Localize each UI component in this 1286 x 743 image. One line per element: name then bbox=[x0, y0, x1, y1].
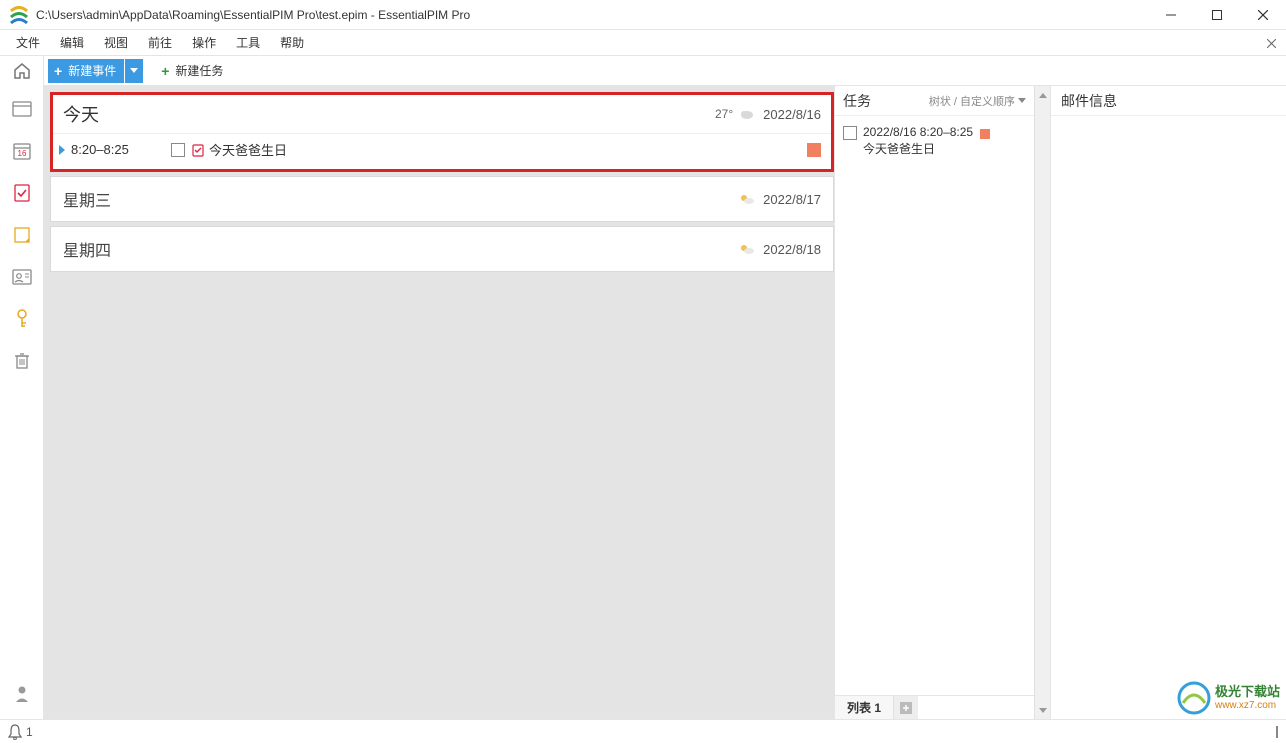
new-task-label: 新建任务 bbox=[175, 62, 223, 79]
tasks-list: 2022/8/16 8:20–8:25 今天爸爸生日 bbox=[835, 116, 1034, 695]
menubar: 文件 编辑 视图 前往 操作 工具 帮助 bbox=[0, 30, 1286, 56]
task-item[interactable]: 2022/8/16 8:20–8:25 今天爸爸生日 bbox=[841, 122, 1028, 160]
cloud-icon bbox=[739, 108, 755, 120]
content-area: 今天 27° 2022/8/16 8:20–8:25 今天爸爸生日 星期三 bbox=[44, 86, 1286, 719]
sidebar-today[interactable] bbox=[6, 92, 38, 126]
watermark: 极光下载站 www.xz7.com bbox=[1177, 681, 1280, 715]
today-date: 2022/8/16 bbox=[763, 107, 821, 122]
event-marker-icon bbox=[59, 145, 65, 155]
tasks-tabs: 列表 1 bbox=[835, 695, 1034, 719]
tasks-scrollbar[interactable] bbox=[1034, 86, 1050, 719]
calendar-column: 今天 27° 2022/8/16 8:20–8:25 今天爸爸生日 星期三 bbox=[44, 86, 834, 719]
statusbar: 1 bbox=[0, 719, 1286, 743]
sidebar-passwords[interactable] bbox=[6, 302, 38, 336]
mail-body: 极光下载站 www.xz7.com bbox=[1051, 116, 1286, 719]
new-event-button[interactable]: + 新建事件 bbox=[48, 59, 124, 83]
notifications-button[interactable]: 1 bbox=[8, 724, 33, 740]
event-category-color bbox=[807, 143, 821, 157]
toolbar: + 新建事件 + 新建任务 bbox=[0, 56, 1286, 86]
event-text: 今天爸爸生日 bbox=[209, 140, 807, 159]
day-title: 星期三 bbox=[63, 187, 739, 211]
tasks-title: 任务 bbox=[843, 91, 929, 111]
sidebar-user[interactable] bbox=[6, 677, 38, 711]
event-checkbox[interactable] bbox=[171, 143, 185, 157]
sidebar-home[interactable] bbox=[0, 56, 44, 86]
sidebar-notes[interactable] bbox=[6, 218, 38, 252]
scroll-down-icon[interactable] bbox=[1035, 703, 1050, 717]
today-header: 今天 27° 2022/8/16 bbox=[53, 95, 831, 134]
partly-cloudy-icon bbox=[739, 243, 755, 255]
mail-title: 邮件信息 bbox=[1051, 86, 1286, 116]
sidebar-calendar[interactable]: 16 bbox=[6, 134, 38, 168]
tasks-add-tab[interactable] bbox=[894, 696, 918, 719]
menu-edit[interactable]: 编辑 bbox=[50, 30, 94, 55]
maximize-button[interactable] bbox=[1194, 0, 1240, 30]
tasks-header: 任务 树状 / 自定义顺序 bbox=[835, 86, 1034, 116]
titlebar: C:\Users\admin\AppData\Roaming\Essential… bbox=[0, 0, 1286, 30]
tasks-tab[interactable]: 列表 1 bbox=[835, 696, 894, 719]
new-event-label: 新建事件 bbox=[68, 62, 116, 79]
menubar-close-icon[interactable] bbox=[1262, 34, 1280, 52]
task-category-color bbox=[980, 129, 990, 139]
event-time: 8:20–8:25 bbox=[71, 142, 171, 157]
watermark-icon bbox=[1177, 681, 1211, 715]
main: 16 今天 27° bbox=[0, 86, 1286, 719]
notifications-count: 1 bbox=[26, 725, 33, 739]
tasks-tab-label: 列表 1 bbox=[847, 699, 881, 716]
svg-text:16: 16 bbox=[17, 149, 26, 158]
task-checkbox[interactable] bbox=[843, 126, 857, 140]
window-title: C:\Users\admin\AppData\Roaming\Essential… bbox=[36, 8, 1148, 22]
event-row[interactable]: 8:20–8:25 今天爸爸生日 bbox=[53, 134, 831, 169]
partly-cloudy-icon bbox=[739, 193, 755, 205]
scroll-up-icon[interactable] bbox=[1035, 88, 1050, 102]
tasks-sort-dropdown[interactable]: 树状 / 自定义顺序 bbox=[929, 93, 1026, 109]
today-card[interactable]: 今天 27° 2022/8/16 8:20–8:25 今天爸爸生日 bbox=[50, 92, 834, 172]
day-card[interactable]: 星期四 2022/8/18 bbox=[50, 226, 834, 272]
resize-grip[interactable] bbox=[1276, 726, 1278, 738]
tasks-sort-label: 树状 / 自定义顺序 bbox=[929, 93, 1015, 109]
day-date: 2022/8/18 bbox=[763, 242, 821, 257]
watermark-line2: www.xz7.com bbox=[1215, 700, 1280, 711]
menu-goto[interactable]: 前往 bbox=[138, 30, 182, 55]
plus-icon: + bbox=[161, 63, 169, 79]
sidebar-contacts[interactable] bbox=[6, 260, 38, 294]
minimize-button[interactable] bbox=[1148, 0, 1194, 30]
mail-panel: 邮件信息 极光下载站 www.xz7.com bbox=[1050, 86, 1286, 719]
day-date: 2022/8/17 bbox=[763, 192, 821, 207]
menu-help[interactable]: 帮助 bbox=[270, 30, 314, 55]
plus-icon: + bbox=[54, 63, 62, 79]
day-title: 星期四 bbox=[63, 237, 739, 261]
new-event-dropdown[interactable] bbox=[125, 59, 143, 83]
task-text: 2022/8/16 8:20–8:25 今天爸爸生日 bbox=[863, 124, 1028, 158]
reminder-icon bbox=[191, 143, 205, 157]
sidebar-trash[interactable] bbox=[6, 344, 38, 378]
menu-view[interactable]: 视图 bbox=[94, 30, 138, 55]
sidebar-tasks[interactable] bbox=[6, 176, 38, 210]
menu-actions[interactable]: 操作 bbox=[182, 30, 226, 55]
watermark-line1: 极光下载站 bbox=[1215, 685, 1280, 699]
today-temperature: 27° bbox=[715, 107, 733, 121]
menu-tools[interactable]: 工具 bbox=[226, 30, 270, 55]
tasks-panel: 任务 树状 / 自定义顺序 2022/8/16 8:20–8:25 今天爸爸生日 bbox=[834, 86, 1034, 719]
close-button[interactable] bbox=[1240, 0, 1286, 30]
sidebar: 16 bbox=[0, 86, 44, 719]
menu-file[interactable]: 文件 bbox=[6, 30, 50, 55]
app-icon bbox=[8, 4, 30, 26]
new-task-button[interactable]: + 新建任务 bbox=[153, 59, 233, 83]
today-title: 今天 bbox=[63, 101, 715, 127]
day-card[interactable]: 星期三 2022/8/17 bbox=[50, 176, 834, 222]
